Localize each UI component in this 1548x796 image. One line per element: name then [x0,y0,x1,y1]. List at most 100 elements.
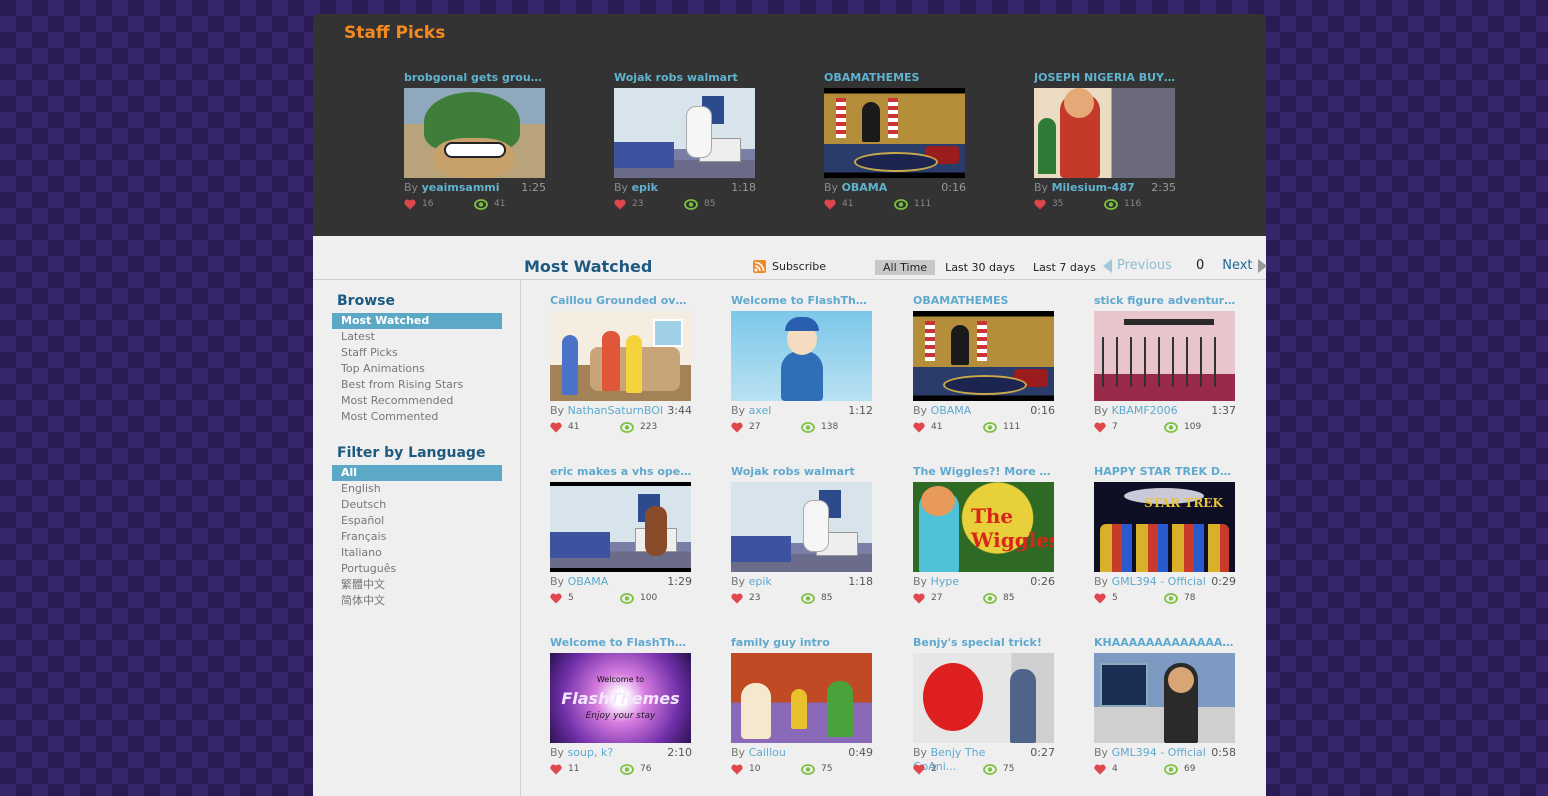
author-link[interactable]: GML394 - Official [1112,746,1206,759]
video-thumbnail[interactable] [614,88,755,178]
language-traditional-chinese[interactable]: 繁體中文 [332,577,502,593]
author-link[interactable]: KBAMF2006 [1112,404,1178,417]
video-thumbnail[interactable] [1094,653,1235,743]
video-card[interactable]: KHAAAAAAAAAAAAAAAA... By GML394 - Offici… [1094,636,1236,776]
video-thumbnail[interactable]: The Wiggles [913,482,1054,572]
language-espanol[interactable]: Español [332,513,502,529]
next-button[interactable]: Next [1222,258,1267,273]
author-link[interactable]: Caillou [749,746,786,759]
staff-pick-item[interactable]: Wojak robs walmart By epik 1:18 23 85 [614,71,756,211]
video-title[interactable]: eric makes a vhs opening... [550,465,692,479]
language-deutsch[interactable]: Deutsch [332,497,502,513]
language-english[interactable]: English [332,481,502,497]
staff-pick-item[interactable]: JOSEPH NIGERIA BUYS S... By Milesium-487… [1034,71,1176,211]
sidebar-item-most-recommended[interactable]: Most Recommended [332,393,502,409]
video-title[interactable]: HAPPY STAR TREK DAY! [1094,465,1236,479]
tab-last-30-days[interactable]: Last 30 days [937,260,1023,275]
video-title[interactable]: The Wiggles?! More Like,... [913,465,1055,479]
author-link[interactable]: OBAMA [931,404,972,417]
video-title[interactable]: OBAMATHEMES [913,294,1055,308]
sidebar-item-staff-picks[interactable]: Staff Picks [332,345,502,361]
video-card[interactable]: Welcome to FlashThemes! Welcome to FlashT… [550,636,692,776]
video-thumbnail[interactable]: STAR TREK [1094,482,1235,572]
video-card[interactable]: OBAMATHEMES By OBAMA 0:16 41 111 [913,294,1055,434]
video-title[interactable]: Welcome to FlashThemes! [731,294,873,308]
staff-pick-item[interactable]: OBAMATHEMES By OBAMA 0:16 41 111 [824,71,966,211]
language-italiano[interactable]: Italiano [332,545,502,561]
video-card[interactable]: HAPPY STAR TREK DAY! STAR TREK By GML394… [1094,465,1236,605]
by-label: By [404,181,419,194]
staff-pick-item[interactable]: brobgonal gets grounded By yeaimsammi 1:2… [404,71,546,211]
tab-all-time[interactable]: All Time [875,260,936,275]
video-title[interactable]: brobgonal gets grounded [404,71,546,85]
language-all[interactable]: All [332,465,502,481]
video-card[interactable]: Benjy's special trick! By Benjy The GoAn… [913,636,1055,776]
by-label: By [550,746,565,759]
author-link[interactable]: NathanSaturnBOI [568,404,664,417]
subscribe-link[interactable]: Subscribe [753,260,826,273]
video-thumbnail[interactable] [913,311,1054,401]
like-count: 5 [568,593,574,603]
video-card[interactable]: Caillou Grounded over th... By NathanSat… [550,294,692,434]
video-card[interactable]: Welcome to FlashThemes! By axel 1:12 27 13… [731,294,873,434]
author-link[interactable]: axel [749,404,772,417]
author-link[interactable]: Milesium-487 [1052,181,1135,194]
video-thumbnail[interactable] [731,653,872,743]
like-count: 41 [842,199,854,209]
heart-icon [731,764,743,774]
video-title[interactable]: OBAMATHEMES [824,71,966,85]
by-label: By [913,404,928,417]
video-card[interactable]: stick figure adventure! By KBAMF2006 1:37… [1094,294,1236,434]
video-title[interactable]: JOSEPH NIGERIA BUYS S... [1034,71,1176,85]
video-thumbnail[interactable]: Welcome to FlashThemes Enjoy your stay [550,653,691,743]
video-duration: 2:10 [667,746,692,759]
video-card[interactable]: Wojak robs walmart By epik 1:18 23 85 [731,465,873,605]
language-portugues[interactable]: Português [332,561,502,577]
tab-last-7-days[interactable]: Last 7 days [1025,260,1104,275]
video-thumbnail[interactable] [550,311,691,401]
author-link[interactable]: OBAMA [842,181,888,194]
sidebar-item-top-animations[interactable]: Top Animations [332,361,502,377]
previous-button[interactable]: Previous [1103,258,1172,273]
author-link[interactable]: GML394 - Official [1112,575,1206,588]
video-thumbnail[interactable] [731,482,872,572]
page-title: Most Watched [524,257,653,276]
video-title[interactable]: Wojak robs walmart [731,465,873,479]
video-thumbnail[interactable] [550,482,691,572]
heart-icon [913,422,925,432]
video-title[interactable]: Welcome to FlashThemes! [550,636,692,650]
video-thumbnail[interactable] [404,88,545,178]
site-logo[interactable] [330,0,610,6]
video-title[interactable]: stick figure adventure! [1094,294,1236,308]
like-count: 2 [931,764,937,774]
author-link[interactable]: epik [632,181,658,194]
sidebar-item-most-watched[interactable]: Most Watched [332,313,502,329]
video-title[interactable]: Benjy's special trick! [913,636,1055,650]
sidebar-item-most-commented[interactable]: Most Commented [332,409,502,425]
video-card[interactable]: family guy intro By Caillou 0:49 10 75 [731,636,873,776]
video-title[interactable]: Wojak robs walmart [614,71,756,85]
staff-picks-title: Staff Picks [344,23,446,43]
video-card[interactable]: The Wiggles?! More Like,... The Wiggles … [913,465,1055,605]
video-duration: 2:35 [1151,181,1176,194]
video-title[interactable]: KHAAAAAAAAAAAAAAAA... [1094,636,1236,650]
video-thumbnail[interactable] [913,653,1054,743]
video-card[interactable]: eric makes a vhs opening... By OBAMA 1:29… [550,465,692,605]
eye-icon [620,592,634,604]
video-thumbnail[interactable] [1094,311,1235,401]
author-link[interactable]: OBAMA [568,575,609,588]
language-francais[interactable]: Français [332,529,502,545]
author-link[interactable]: Hype [931,575,960,588]
video-title[interactable]: family guy intro [731,636,873,650]
video-thumbnail[interactable] [824,88,965,178]
like-count: 35 [1052,199,1064,209]
sidebar-item-latest[interactable]: Latest [332,329,502,345]
video-thumbnail[interactable] [731,311,872,401]
author-link[interactable]: soup, k? [568,746,614,759]
author-link[interactable]: epik [749,575,772,588]
video-thumbnail[interactable] [1034,88,1175,178]
language-simplified-chinese[interactable]: 简体中文 [332,593,502,609]
sidebar-item-rising-stars[interactable]: Best from Rising Stars [332,377,502,393]
author-link[interactable]: yeaimsammi [422,181,500,194]
video-title[interactable]: Caillou Grounded over th... [550,294,692,308]
